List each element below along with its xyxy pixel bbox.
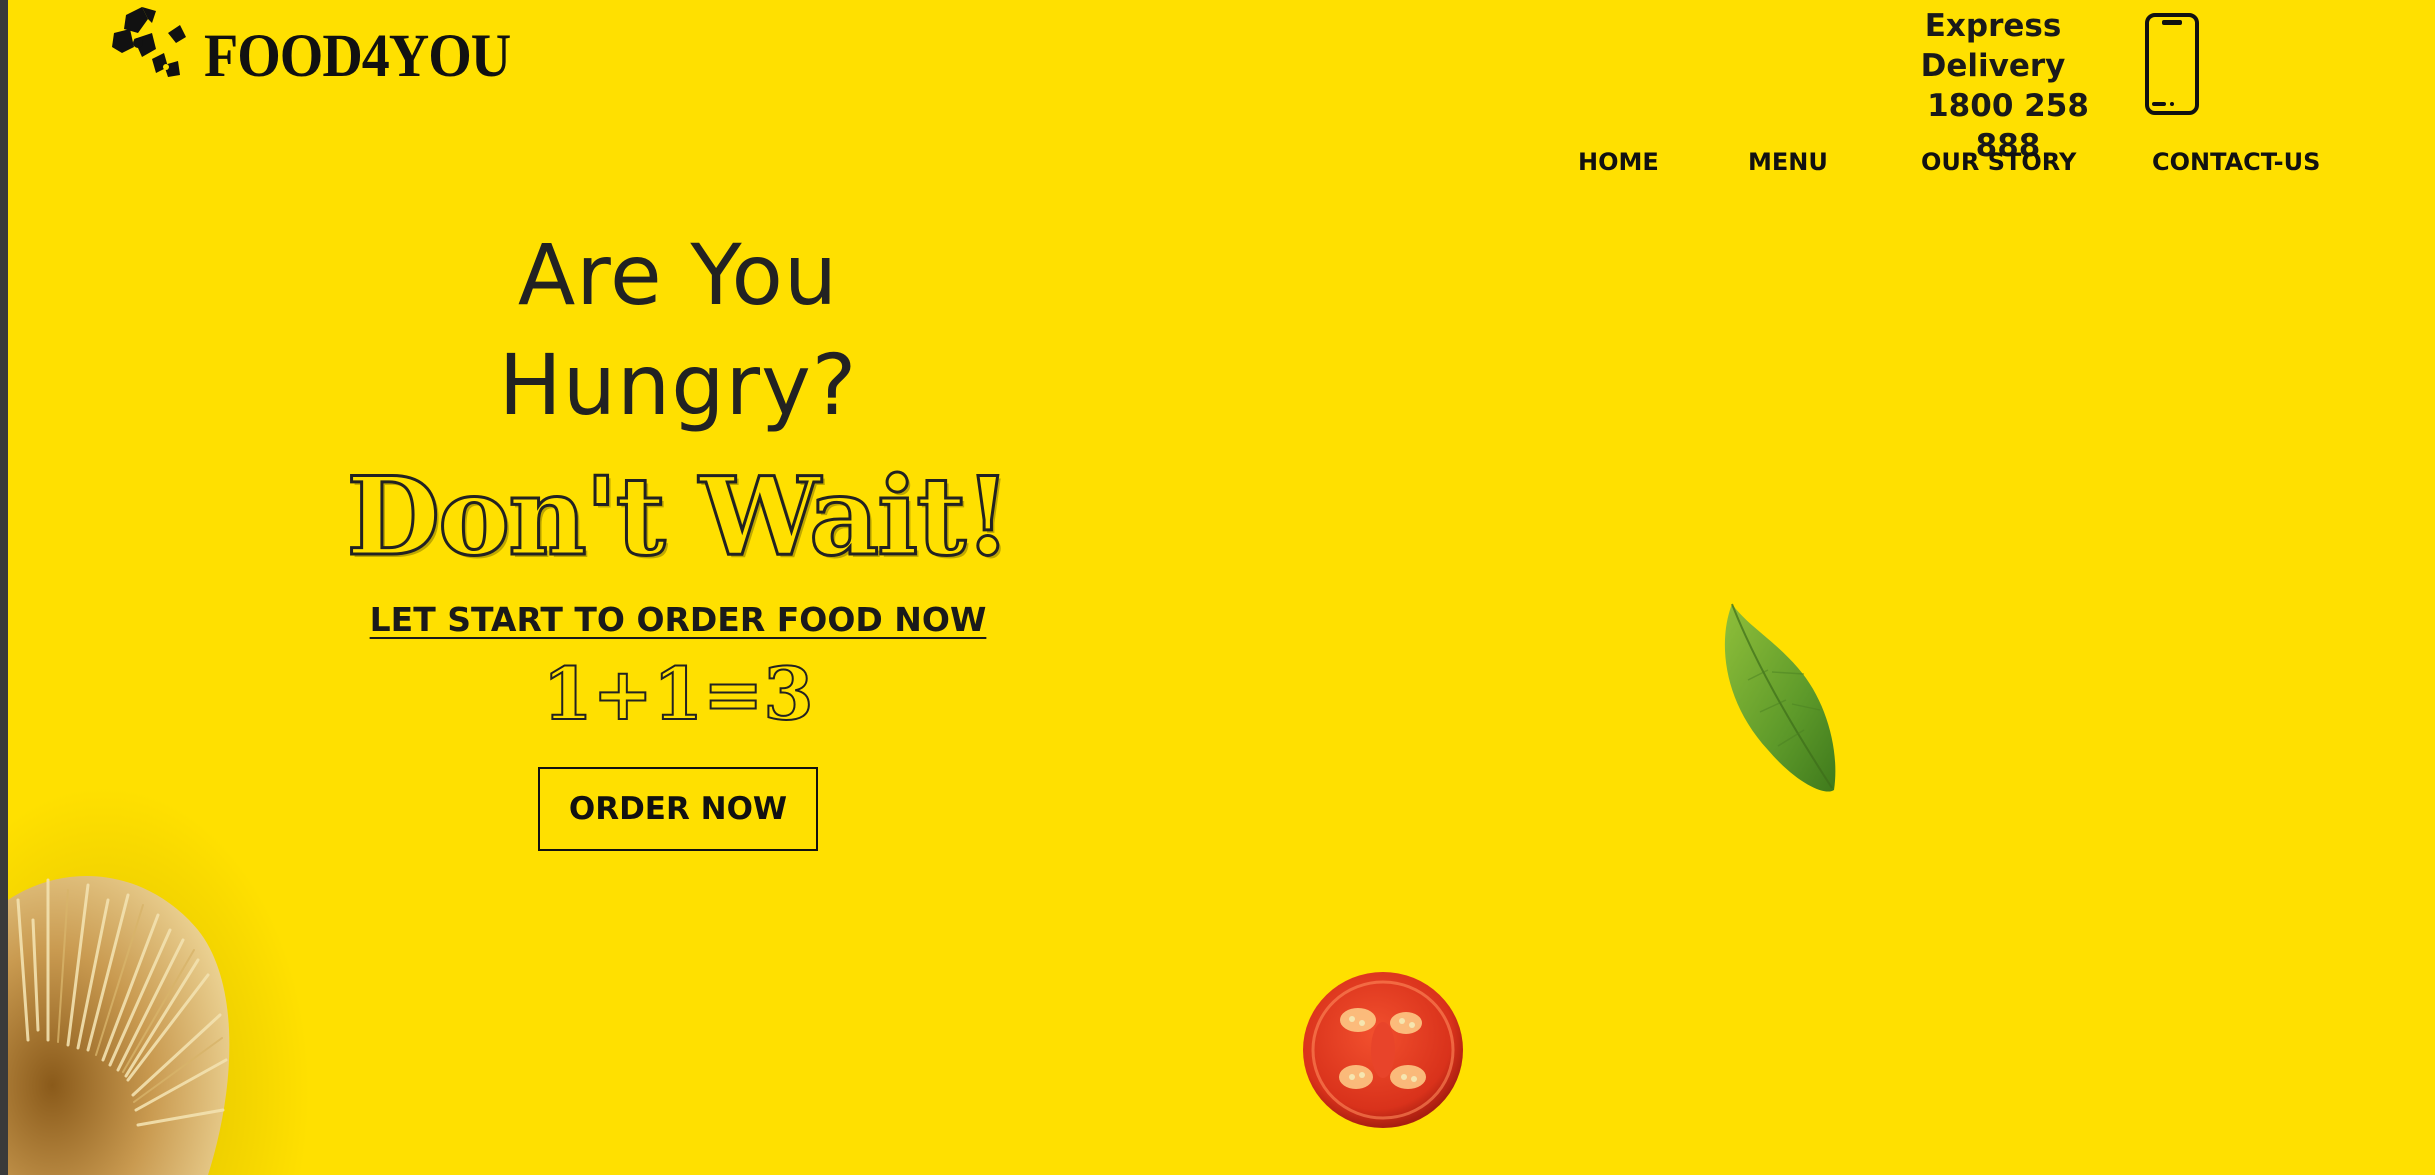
nav-menu[interactable]: MENU <box>1748 148 1828 176</box>
hero-question: Are You Hungry? <box>498 226 858 434</box>
express-delivery-title: Express Delivery <box>1920 8 2066 84</box>
hero-section: Are You Hungry? Don't Wait! LET START TO… <box>338 220 1018 851</box>
nav-home[interactable]: HOME <box>1578 148 1659 176</box>
hero-subheading[interactable]: LET START TO ORDER FOOD NOW <box>370 600 987 639</box>
nav-contact-us[interactable]: CONTACT-US <box>2152 148 2320 176</box>
brand-logo[interactable]: FOOD4YOU <box>108 0 511 100</box>
hero-offer: 1+1=3 <box>542 650 815 737</box>
nav-our-story[interactable]: OUR STORY <box>1921 148 2076 176</box>
basil-leaf-image <box>1724 603 1836 792</box>
landing-page: FOOD4YOU Express Delivery 1800 258 888 H… <box>8 0 2435 1175</box>
brand-name: FOOD4YOU <box>204 21 511 91</box>
order-now-button[interactable]: ORDER NOW <box>538 767 818 851</box>
bowtie-chef-icon <box>112 7 186 77</box>
hero-headline: Don't Wait! <box>345 453 1013 582</box>
tomato-slice-image <box>1303 972 1463 1128</box>
express-delivery: Express Delivery 1800 258 888 <box>1878 6 2108 166</box>
spaghetti-bundle-image <box>8 876 230 1175</box>
smartphone-icon <box>2145 13 2199 115</box>
